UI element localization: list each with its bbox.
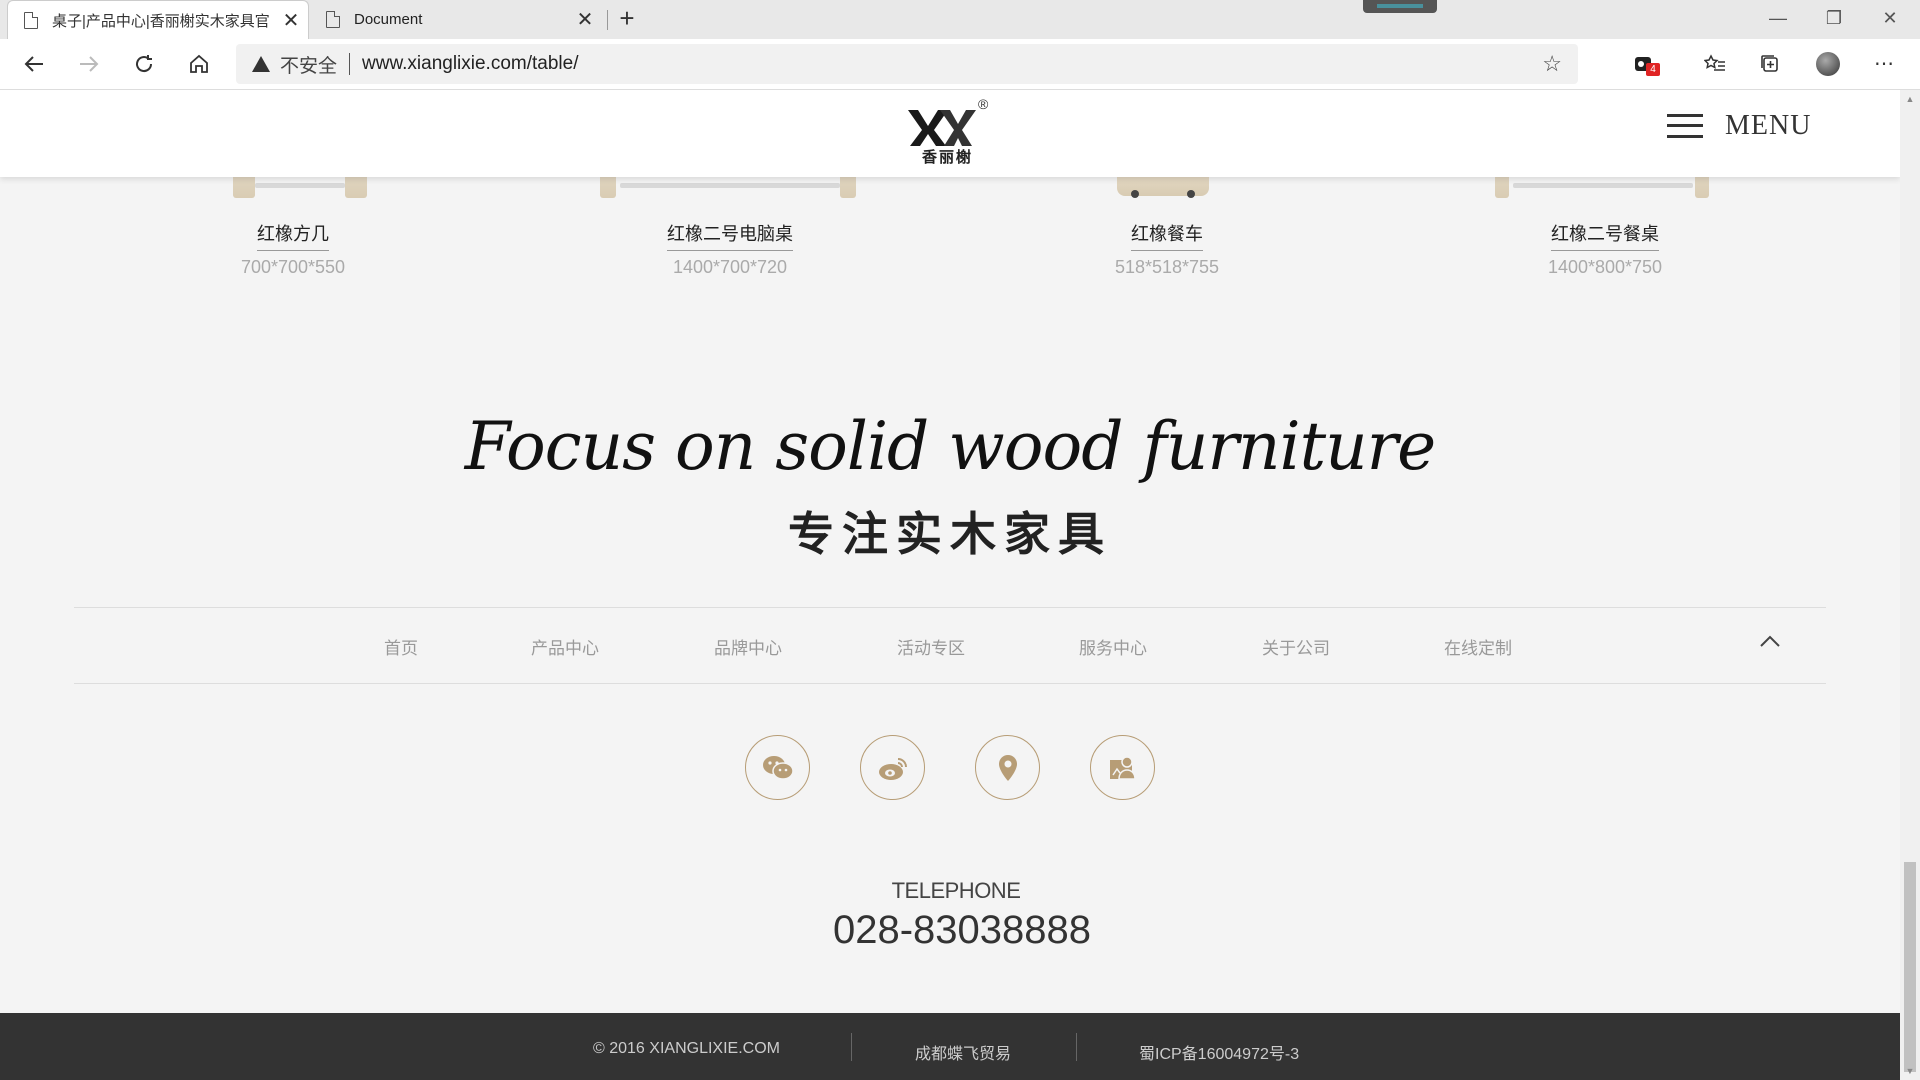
location-icon <box>998 754 1017 781</box>
logo-text: 香丽榭 <box>922 148 974 166</box>
location-button[interactable] <box>975 735 1040 800</box>
product-size: 518*518*755 <box>1114 257 1220 277</box>
slogan-english: Focus on solid wood furniture <box>464 408 1436 485</box>
browser-toolbar: 不安全 www.xianglixie.com/table/ ☆ ⋯ <box>0 39 1920 114</box>
forward-button[interactable] <box>71 46 107 82</box>
copyright-text: © 2016 XIANGLIXIE.COM <box>593 1040 780 1057</box>
close-window-button[interactable]: ✕ <box>1862 0 1918 39</box>
tab-close-icon[interactable]: ✕ <box>572 7 598 32</box>
address-divider <box>349 53 351 75</box>
product-size: 700*700*550 <box>240 257 346 277</box>
back-button[interactable] <box>16 46 52 82</box>
footer-nav-custom[interactable]: 在线定制 <box>1444 634 1512 659</box>
contact-button[interactable] <box>1090 735 1155 800</box>
logo-mark-icon <box>908 110 976 146</box>
footer-nav-brand[interactable]: 品牌中心 <box>714 634 782 659</box>
product-name[interactable]: 红橡方几 <box>257 220 329 251</box>
icp-link[interactable]: 蜀ICP备16004972号-3 <box>1139 1040 1299 1064</box>
profile-avatar[interactable] <box>1816 52 1840 76</box>
weibo-icon <box>878 757 907 780</box>
refresh-icon <box>136 55 153 73</box>
settings-more-button[interactable]: ⋯ <box>1866 46 1902 82</box>
browser-tab-bar: 桌子|产品中心|香丽榭实木家具官 ✕ Document ✕ + — ❐ ✕ <box>0 0 1920 39</box>
slogan-chinese: 专注实木家具 <box>788 508 1112 560</box>
tab-title: 桌子|产品中心|香丽榭实木家具官 <box>52 12 270 30</box>
site-logo[interactable]: ® 香丽榭 <box>906 96 988 166</box>
security-label[interactable]: 不安全 <box>280 51 337 78</box>
footer-nav-products[interactable]: 产品中心 <box>531 634 599 659</box>
wechat-icon <box>762 755 794 780</box>
product-size: 1400*800*750 <box>1547 257 1663 277</box>
document-icon <box>326 11 340 28</box>
wechat-button[interactable] <box>745 735 810 800</box>
menu-label: MENU <box>1725 110 1812 141</box>
company-name: 成都蝶飞贸易 <box>915 1046 1012 1063</box>
copyright-bar: © 2016 XIANGLIXIE.COM 成都蝶飞贸易 蜀ICP备160049… <box>0 1013 1900 1080</box>
document-icon <box>24 11 38 29</box>
favorites-button[interactable] <box>1697 46 1733 82</box>
product-size: 1400*700*720 <box>672 257 788 277</box>
scrollbar-thumb[interactable] <box>1904 862 1916 1072</box>
copyright-divider <box>1076 1033 1077 1061</box>
product-name[interactable]: 红橡二号餐桌 <box>1551 220 1659 251</box>
restore-button[interactable]: ❐ <box>1806 0 1862 39</box>
tab-divider <box>607 10 608 30</box>
footer-nav: 首页 产品中心 品牌中心 活动专区 服务中心 关于公司 在线定制 <box>74 607 1826 684</box>
arrow-left-icon <box>24 56 43 72</box>
tab-title: Document <box>354 11 423 28</box>
warning-icon <box>252 56 270 72</box>
telephone-label: TELEPHONE <box>891 878 1021 903</box>
address-bar[interactable]: 不安全 www.xianglixie.com/table/ ☆ <box>236 44 1578 84</box>
product-name[interactable]: 红橡二号电脑桌 <box>667 220 793 251</box>
contact-card-icon <box>1109 755 1136 780</box>
new-tab-button[interactable]: + <box>614 3 640 34</box>
page-viewport: ® 香丽榭 MENU 红橡方几 700*700*550 红橡二号电脑桌 1400… <box>0 90 1900 1080</box>
footer-nav-home[interactable]: 首页 <box>384 634 418 659</box>
chevron-up-icon[interactable] <box>1759 628 1781 654</box>
url-text[interactable]: www.xianglixie.com/table/ <box>362 53 1542 75</box>
telephone-number: 028-83038888 <box>832 908 1092 952</box>
copyright-divider <box>851 1033 852 1061</box>
site-header: ® 香丽榭 MENU <box>0 90 1900 177</box>
tab-close-icon[interactable]: ✕ <box>278 8 304 33</box>
product-name[interactable]: 红橡餐车 <box>1131 220 1203 251</box>
registered-mark: ® <box>978 96 989 112</box>
weibo-button[interactable] <box>860 735 925 800</box>
scroll-up-arrow[interactable]: ▲ <box>1904 94 1916 104</box>
browser-tab-document[interactable]: Document ✕ <box>310 0 602 39</box>
extension-badge: 4 <box>1646 63 1660 76</box>
favorites-list-icon <box>1703 54 1725 71</box>
home-button[interactable] <box>181 46 217 82</box>
scroll-down-arrow[interactable]: ▼ <box>1904 1066 1916 1076</box>
footer-nav-service[interactable]: 服务中心 <box>1079 634 1147 659</box>
favorite-star-icon[interactable]: ☆ <box>1542 51 1562 77</box>
menu-button[interactable]: MENU <box>1667 110 1811 142</box>
footer-nav-about[interactable]: 关于公司 <box>1262 634 1330 659</box>
refresh-button[interactable] <box>126 46 162 82</box>
media-indicator <box>1363 0 1437 13</box>
home-icon <box>190 54 208 73</box>
hamburger-icon <box>1667 112 1703 140</box>
browser-tab-active[interactable]: 桌子|产品中心|香丽榭实木家具官 ✕ <box>7 0 309 39</box>
arrow-right-icon <box>80 56 99 72</box>
footer-nav-events[interactable]: 活动专区 <box>897 634 965 659</box>
collections-icon <box>1761 55 1778 72</box>
minimize-button[interactable]: — <box>1750 0 1806 39</box>
collections-button[interactable] <box>1752 46 1788 82</box>
